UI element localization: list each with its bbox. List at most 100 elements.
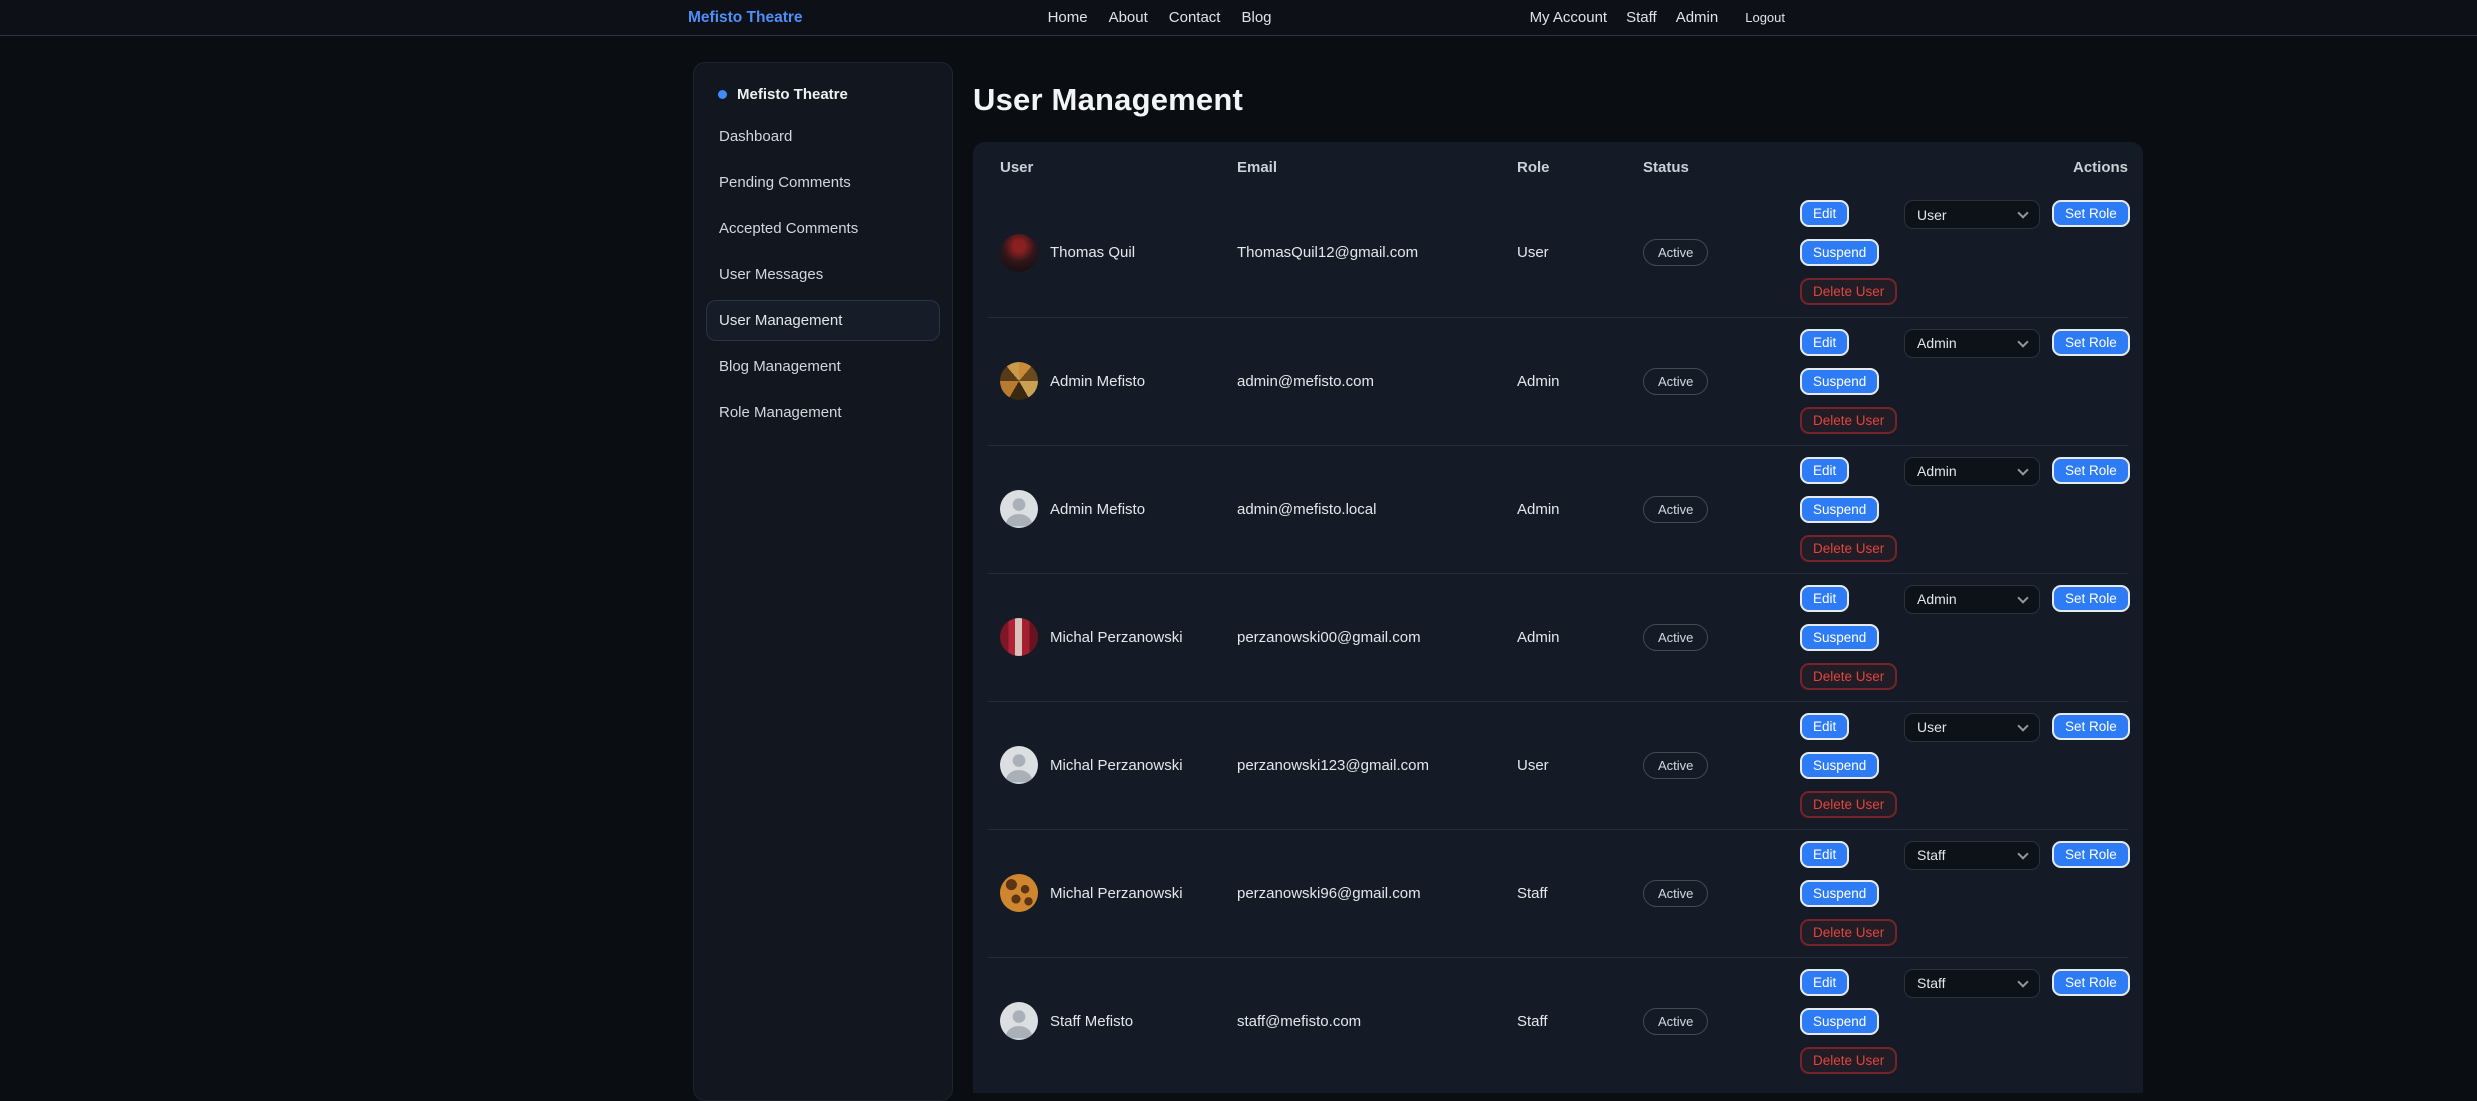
edit-button[interactable]: Edit: [1800, 585, 1849, 612]
user-name: Admin Mefisto: [1050, 373, 1145, 390]
delete-user-button[interactable]: Delete User: [1800, 919, 1897, 946]
sidebar-item-blog-management[interactable]: Blog Management: [706, 346, 940, 387]
suspend-button[interactable]: Suspend: [1800, 752, 1879, 779]
role-select[interactable]: Admin: [1904, 585, 2040, 614]
table-row: Staff Mefisto staff@mefisto.com Staff Ac…: [988, 957, 2128, 1085]
set-role-button[interactable]: Set Role: [2052, 200, 2130, 227]
main-content: User Management User Email Role Status A…: [973, 62, 2143, 1093]
nav-link-staff[interactable]: Staff: [1626, 9, 1657, 26]
sidebar-item-user-messages[interactable]: User Messages: [706, 254, 940, 295]
header-email: Email: [1237, 142, 1517, 189]
set-role-button[interactable]: Set Role: [2052, 585, 2130, 612]
delete-user-button[interactable]: Delete User: [1800, 535, 1897, 562]
header-actions: Actions: [1795, 142, 2128, 189]
default-person-avatar-icon: [1000, 1002, 1038, 1040]
sidebar-item-dashboard[interactable]: Dashboard: [706, 116, 940, 157]
table-row: Michal Perzanowski perzanowski00@gmail.c…: [988, 573, 2128, 701]
set-role-button[interactable]: Set Role: [2052, 713, 2130, 740]
status-badge: Active: [1643, 624, 1708, 651]
role-select[interactable]: Staff: [1904, 969, 2040, 998]
status-badge: Active: [1643, 496, 1708, 523]
set-role-button[interactable]: Set Role: [2052, 841, 2130, 868]
default-person-avatar-icon: [1000, 746, 1038, 784]
suspend-button[interactable]: Suspend: [1800, 368, 1879, 395]
header-status: Status: [1643, 142, 1795, 189]
nav-link-my-account[interactable]: My Account: [1530, 9, 1608, 26]
role-select[interactable]: User: [1904, 200, 2040, 229]
user-role: User: [1517, 701, 1643, 829]
sidebar-item-role-management[interactable]: Role Management: [706, 392, 940, 433]
table-row: Thomas Quil ThomasQuil12@gmail.com User …: [988, 189, 2128, 317]
role-select[interactable]: Staff: [1904, 841, 2040, 870]
sidebar-item-accepted-comments[interactable]: Accepted Comments: [706, 208, 940, 249]
header-user: User: [988, 142, 1237, 189]
sidebar-title: Mefisto Theatre: [737, 86, 848, 103]
delete-user-button[interactable]: Delete User: [1800, 791, 1897, 818]
user-name: Thomas Quil: [1050, 244, 1135, 261]
user-role: Admin: [1517, 573, 1643, 701]
table-row: Admin Mefisto admin@mefisto.local Admin …: [988, 445, 2128, 573]
suspend-button[interactable]: Suspend: [1800, 496, 1879, 523]
user-avatar: [1000, 874, 1038, 912]
user-role: Admin: [1517, 317, 1643, 445]
user-role: Admin: [1517, 445, 1643, 573]
nav-link-about[interactable]: About: [1109, 9, 1148, 26]
navbar-right-links: My Account Staff Admin Logout: [1530, 9, 1785, 26]
user-email: ThomasQuil12@gmail.com: [1237, 189, 1517, 317]
delete-user-button[interactable]: Delete User: [1800, 407, 1897, 434]
set-role-button[interactable]: Set Role: [2052, 969, 2130, 996]
user-email: perzanowski123@gmail.com: [1237, 701, 1517, 829]
user-email: perzanowski96@gmail.com: [1237, 829, 1517, 957]
table-row: Michal Perzanowski perzanowski123@gmail.…: [988, 701, 2128, 829]
table-header-row: User Email Role Status Actions: [988, 142, 2128, 189]
user-email: admin@mefisto.com: [1237, 317, 1517, 445]
sidebar-item-pending-comments[interactable]: Pending Comments: [706, 162, 940, 203]
set-role-button[interactable]: Set Role: [2052, 457, 2130, 484]
navbar-center-links: Home About Contact Blog: [1048, 9, 1272, 26]
brand-dot-icon: [718, 90, 727, 99]
edit-button[interactable]: Edit: [1800, 200, 1849, 227]
suspend-button[interactable]: Suspend: [1800, 239, 1879, 266]
table-row: Admin Mefisto admin@mefisto.com Admin Ac…: [988, 317, 2128, 445]
default-person-avatar-icon: [1000, 490, 1038, 528]
table-row: Michal Perzanowski perzanowski96@gmail.c…: [988, 829, 2128, 957]
admin-sidebar: Mefisto Theatre Dashboard Pending Commen…: [693, 62, 953, 1101]
user-name: Staff Mefisto: [1050, 1013, 1133, 1030]
top-navbar: Mefisto Theatre Home About Contact Blog …: [0, 0, 2477, 36]
sidebar-item-user-management[interactable]: User Management: [706, 300, 940, 341]
role-select[interactable]: User: [1904, 713, 2040, 742]
role-select[interactable]: Admin: [1904, 457, 2040, 486]
suspend-button[interactable]: Suspend: [1800, 624, 1879, 651]
brand-link[interactable]: Mefisto Theatre: [688, 9, 803, 27]
edit-button[interactable]: Edit: [1800, 457, 1849, 484]
edit-button[interactable]: Edit: [1800, 841, 1849, 868]
user-role: Staff: [1517, 957, 1643, 1085]
edit-button[interactable]: Edit: [1800, 329, 1849, 356]
role-select[interactable]: Admin: [1904, 329, 2040, 358]
suspend-button[interactable]: Suspend: [1800, 880, 1879, 907]
nav-link-contact[interactable]: Contact: [1169, 9, 1221, 26]
user-avatar: [1000, 362, 1038, 400]
user-email: staff@mefisto.com: [1237, 957, 1517, 1085]
delete-user-button[interactable]: Delete User: [1800, 1047, 1897, 1074]
delete-user-button[interactable]: Delete User: [1800, 278, 1897, 305]
user-role: Staff: [1517, 829, 1643, 957]
status-badge: Active: [1643, 880, 1708, 907]
nav-link-admin[interactable]: Admin: [1676, 9, 1719, 26]
nav-link-blog[interactable]: Blog: [1241, 9, 1271, 26]
nav-link-home[interactable]: Home: [1048, 9, 1088, 26]
edit-button[interactable]: Edit: [1800, 969, 1849, 996]
set-role-button[interactable]: Set Role: [2052, 329, 2130, 356]
status-badge: Active: [1643, 239, 1708, 266]
suspend-button[interactable]: Suspend: [1800, 1008, 1879, 1035]
edit-button[interactable]: Edit: [1800, 713, 1849, 740]
user-table-card: User Email Role Status Actions Thomas Qu…: [973, 142, 2143, 1093]
user-avatar: [1000, 234, 1038, 272]
user-email: admin@mefisto.local: [1237, 445, 1517, 573]
user-name: Admin Mefisto: [1050, 501, 1145, 518]
logout-link[interactable]: Logout: [1745, 10, 1785, 25]
user-email: perzanowski00@gmail.com: [1237, 573, 1517, 701]
status-badge: Active: [1643, 368, 1708, 395]
delete-user-button[interactable]: Delete User: [1800, 663, 1897, 690]
user-name: Michal Perzanowski: [1050, 885, 1183, 902]
